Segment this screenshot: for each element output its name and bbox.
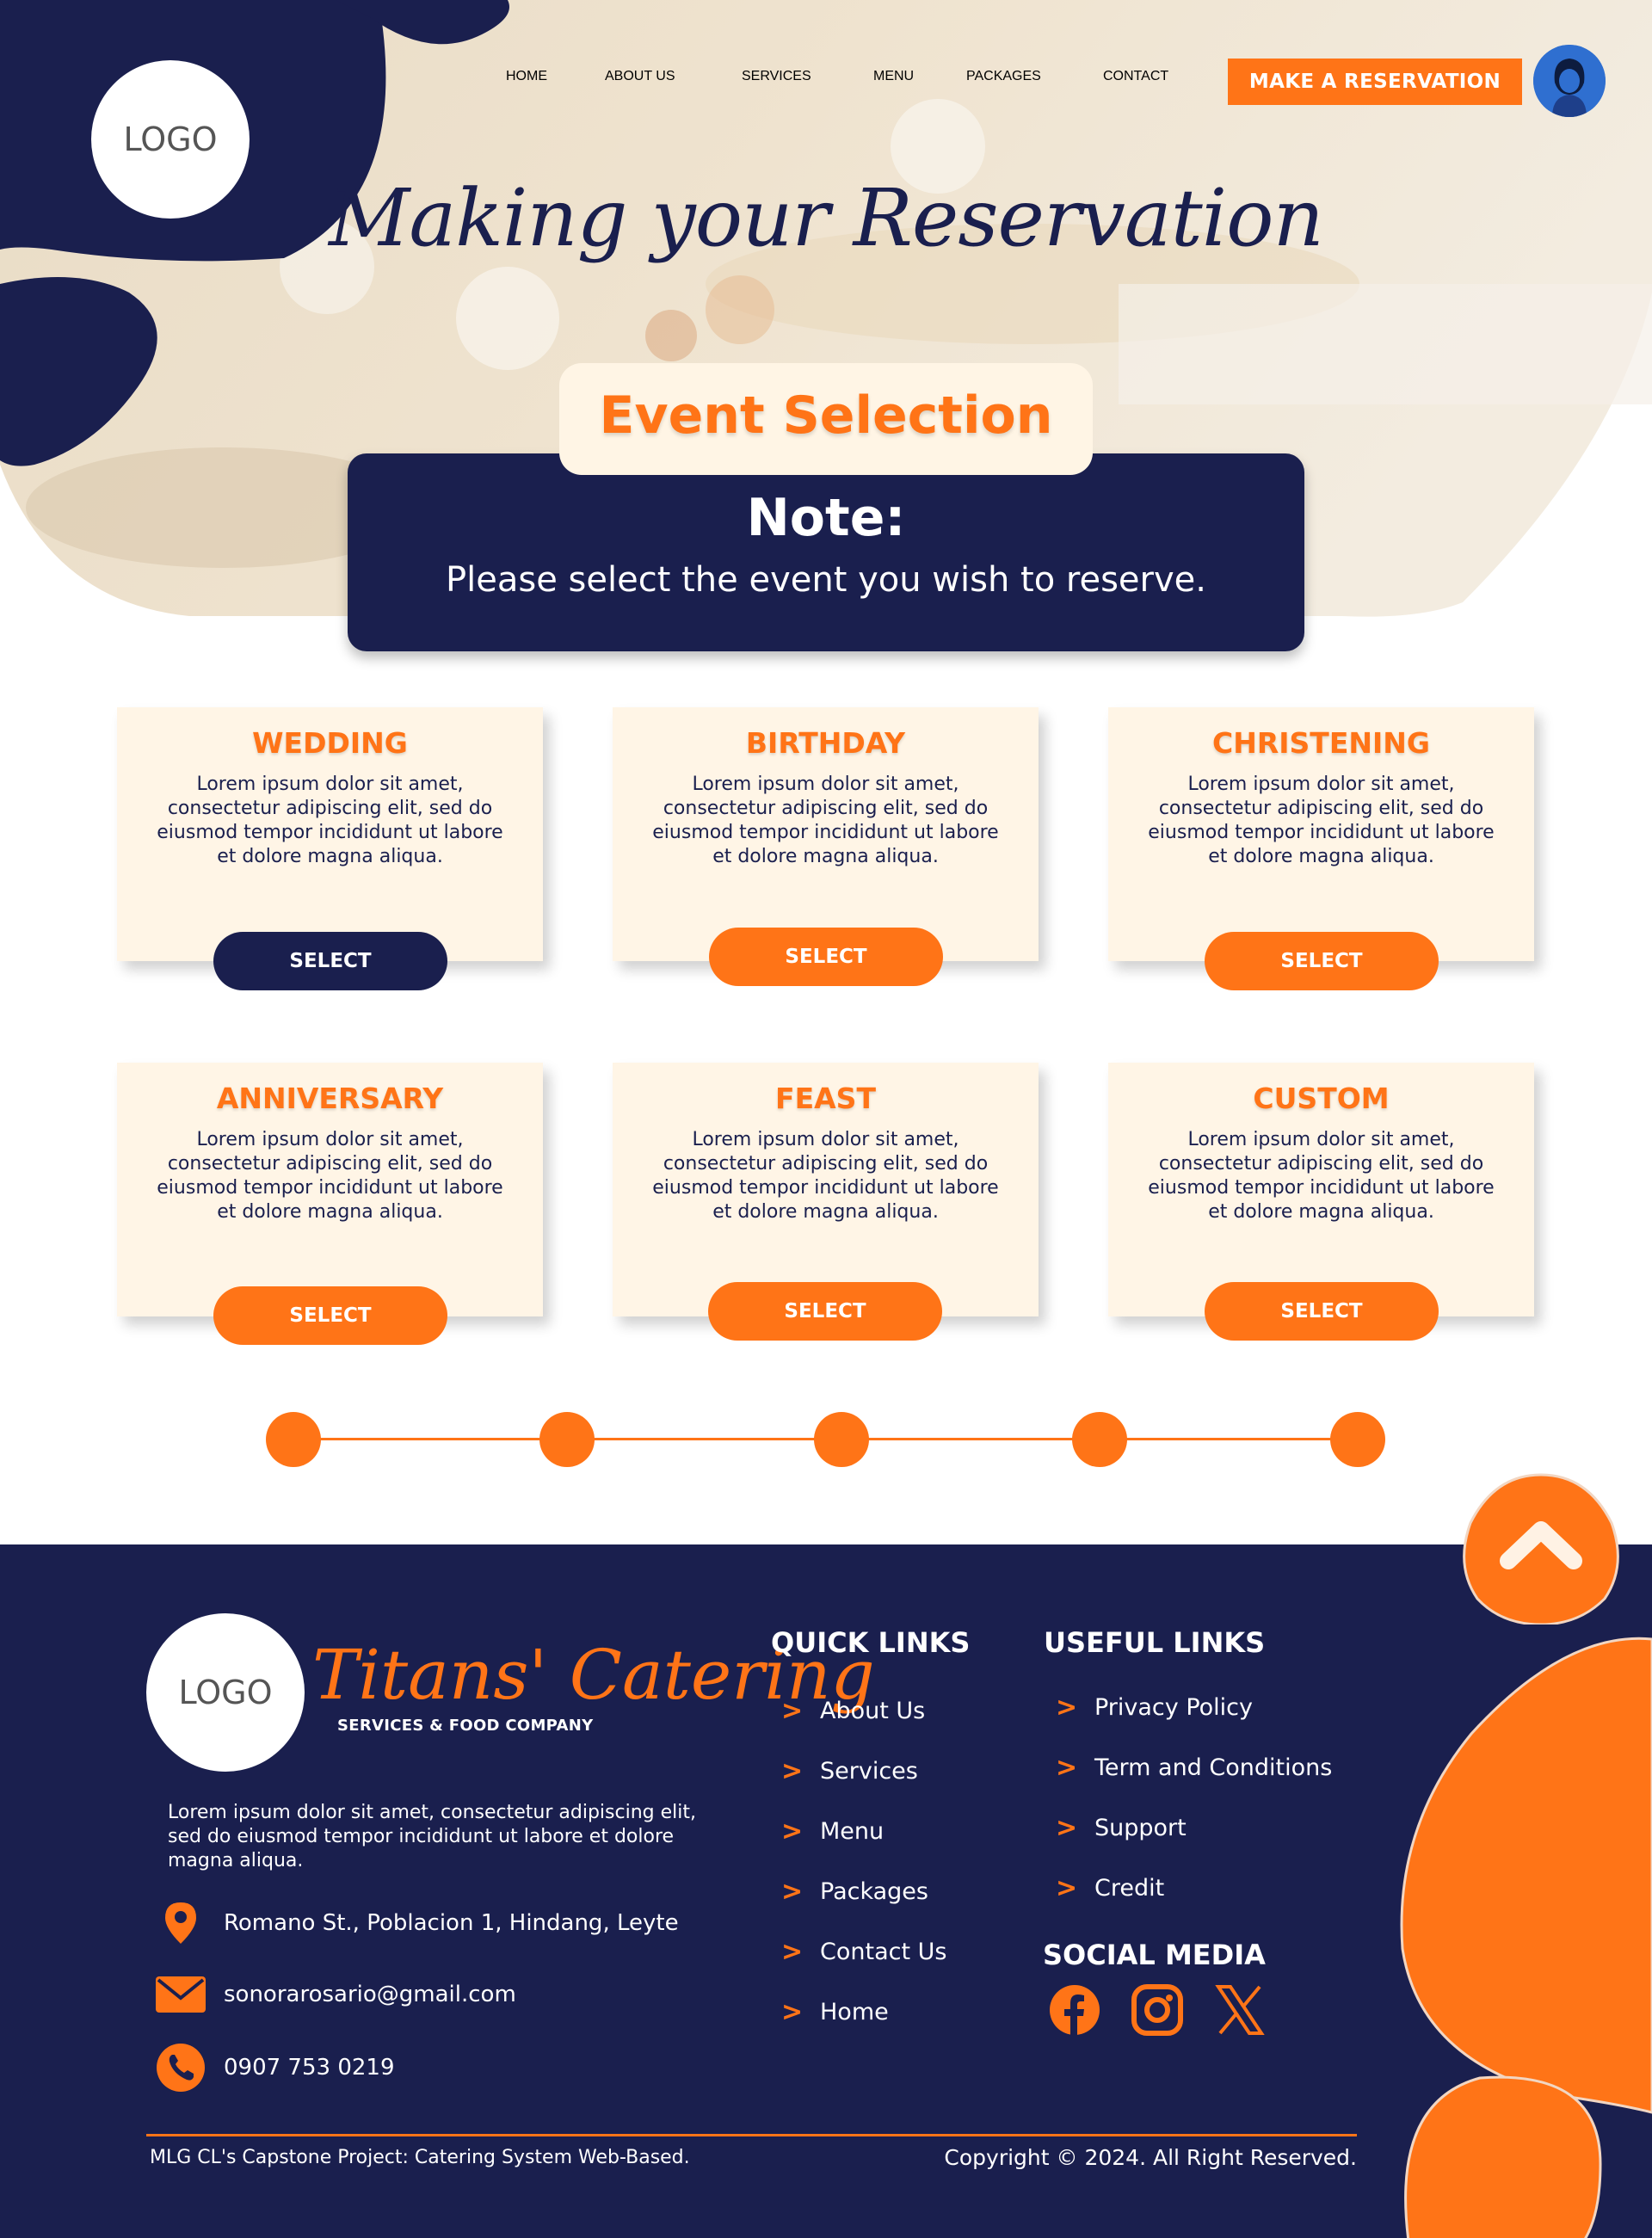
useful-link-label: Credit [1094,1875,1165,1902]
email-icon [155,1969,206,2020]
select-custom-button[interactable]: SELECT [1205,1282,1439,1341]
address-text: Romano St., Poblacion 1, Hindang, Leyte [224,1910,679,1936]
event-description: Lorem ipsum dolor sit amet, consectetur … [1148,1129,1495,1223]
instagram-icon[interactable] [1131,1983,1184,2037]
useful-link-credit[interactable]: > Credit [1056,1873,1164,1903]
event-title: CUSTOM [1253,1082,1390,1115]
note-text: Please select the event you wish to rese… [446,560,1206,600]
event-description: Lorem ipsum dolor sit amet, consectetur … [157,774,503,867]
make-reservation-button[interactable]: MAKE A RESERVATION [1228,59,1522,105]
chevron-right-icon: > [781,1816,804,1847]
quick-link-packages[interactable]: > Packages [781,1877,928,1907]
chevron-right-icon: > [781,1997,804,2027]
event-title: FEAST [775,1082,876,1115]
quick-link-label: Home [820,1999,889,2025]
footer-logo-text: LOGO [178,1674,273,1711]
nav-packages[interactable]: PACKAGES [966,69,1041,84]
select-christening-button[interactable]: SELECT [1205,932,1439,990]
location-pin-icon [155,1897,206,1949]
event-title: BIRTHDAY [745,726,906,760]
event-description: Lorem ipsum dolor sit amet, consectetur … [1148,774,1495,867]
event-title: ANNIVERSARY [216,1082,444,1115]
nav-home[interactable]: HOME [506,69,547,84]
facebook-icon[interactable] [1048,1983,1101,2037]
event-card-wedding: WEDDING Lorem ipsum dolor sit amet, cons… [117,707,543,961]
footer-logo[interactable]: LOGO [146,1613,305,1772]
note-title: Note: [746,488,906,548]
phone-text[interactable]: 0907 753 0219 [224,2055,395,2081]
step-dot-4[interactable] [1072,1412,1127,1467]
user-avatar[interactable] [1533,45,1606,117]
useful-link-label: Support [1094,1815,1187,1841]
chevron-right-icon: > [781,1877,804,1907]
user-icon [1533,45,1606,117]
quick-link-label: Contact Us [820,1939,947,1965]
nav-services[interactable]: SERVICES [742,69,811,84]
useful-link-terms[interactable]: > Term and Conditions [1056,1753,1332,1783]
nav-menu[interactable]: MENU [873,69,914,84]
social-media-heading: SOCIAL MEDIA [1043,1939,1266,1971]
step-dot-1[interactable] [266,1412,321,1467]
event-title: CHRISTENING [1212,726,1430,760]
step-dot-2[interactable] [539,1412,595,1467]
quick-link-home[interactable]: > Home [781,1997,889,2027]
useful-link-label: Term and Conditions [1094,1754,1333,1781]
event-description: Lorem ipsum dolor sit amet, consectetur … [157,1129,503,1223]
chevron-right-icon: > [781,1696,804,1726]
scroll-to-top-button[interactable] [1458,1471,1624,1625]
select-feast-button[interactable]: SELECT [708,1282,942,1341]
useful-link-support[interactable]: > Support [1056,1813,1187,1843]
quick-link-services[interactable]: > Services [781,1756,918,1786]
select-anniversary-button[interactable]: SELECT [213,1286,447,1345]
note-panel: Note: Please select the event you wish t… [348,453,1304,651]
contact-phone: 0907 753 0219 [155,2042,395,2093]
quick-link-label: Services [820,1758,918,1785]
chevron-right-icon: > [1056,1873,1078,1903]
chevron-right-icon: > [1056,1692,1078,1723]
header-logo-text: LOGO [123,120,218,158]
footer: LOGO Titans' Catering SERVICES & FOOD CO… [0,1544,1652,2238]
project-note: MLG CL's Capstone Project: Catering Syst… [150,2147,690,2168]
quick-link-menu[interactable]: > Menu [781,1816,884,1847]
contact-address: Romano St., Poblacion 1, Hindang, Leyte [155,1897,679,1949]
page-title: Making your Reservation [329,172,1324,264]
event-selection-label: Event Selection [559,363,1093,475]
nav-contact[interactable]: CONTACT [1103,69,1168,84]
step-dot-3[interactable] [814,1412,869,1467]
quick-link-about-us[interactable]: > About Us [781,1696,925,1726]
event-card-custom: CUSTOM Lorem ipsum dolor sit amet, conse… [1108,1063,1534,1316]
event-description: Lorem ipsum dolor sit amet, consectetur … [652,774,999,867]
footer-decorative-blob [1400,1637,1652,2238]
event-card-christening: CHRISTENING Lorem ipsum dolor sit amet, … [1108,707,1534,961]
chevron-right-icon: > [1056,1753,1078,1783]
phone-icon [155,2042,206,2093]
useful-link-label: Privacy Policy [1094,1694,1254,1721]
quick-link-label: Menu [820,1818,885,1845]
quick-links-heading: QUICK LINKS [771,1626,971,1659]
chevron-right-icon: > [1056,1813,1078,1843]
event-title: WEDDING [252,726,408,760]
event-card-feast: FEAST Lorem ipsum dolor sit amet, consec… [613,1063,1039,1316]
useful-link-privacy-policy[interactable]: > Privacy Policy [1056,1692,1253,1723]
event-description: Lorem ipsum dolor sit amet, consectetur … [652,1129,999,1223]
select-wedding-button[interactable]: SELECT [213,932,447,990]
footer-divider [146,2134,1357,2136]
useful-links-heading: USEFUL LINKS [1044,1626,1266,1659]
nav-about-us[interactable]: ABOUT US [605,69,675,84]
quick-link-label: About Us [820,1698,926,1724]
step-dot-5[interactable] [1330,1412,1385,1467]
copyright-text: Copyright © 2024. All Right Reserved. [944,2145,1357,2170]
quick-link-contact-us[interactable]: > Contact Us [781,1937,946,1967]
event-card-anniversary: ANNIVERSARY Lorem ipsum dolor sit amet, … [117,1063,543,1316]
footer-description: Lorem ipsum dolor sit amet, consectetur … [168,1802,696,1871]
x-icon[interactable] [1213,1983,1267,2037]
select-birthday-button[interactable]: SELECT [709,928,943,986]
email-text[interactable]: sonorarosario@gmail.com [224,1982,516,2007]
event-card-birthday: BIRTHDAY Lorem ipsum dolor sit amet, con… [613,707,1039,961]
quick-link-label: Packages [820,1878,928,1905]
chevron-right-icon: > [781,1937,804,1967]
brand-tagline: SERVICES & FOOD COMPANY [337,1717,594,1735]
chevron-right-icon: > [781,1756,804,1786]
contact-email: sonorarosario@gmail.com [155,1969,516,2020]
